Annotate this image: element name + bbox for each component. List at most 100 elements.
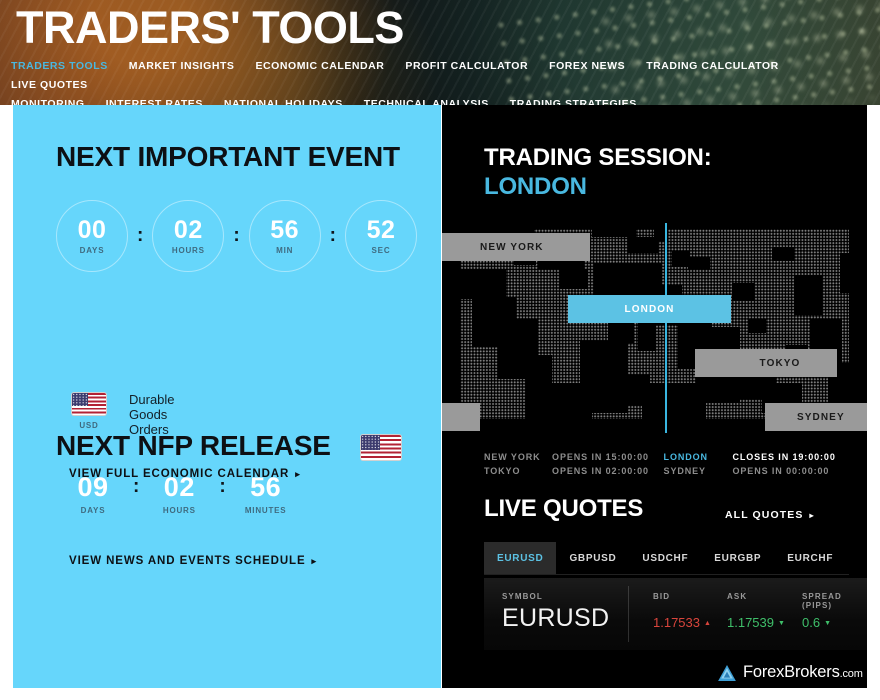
nfp-value: 09 — [77, 472, 109, 502]
map-ocean-region — [772, 247, 794, 261]
nfp-unit-minutes: 56 MINUTES — [238, 473, 294, 515]
session-status: CLOSES IN 19:00:00 — [732, 452, 836, 462]
nav-item-traders-tools[interactable]: TRADERS TOOLS — [11, 60, 108, 72]
chevron-right-icon: ▸ — [809, 511, 815, 520]
spread-direction-icon: ▼ — [824, 620, 832, 627]
page-title: TRADERS' TOOLS — [16, 2, 404, 53]
events-panel: NEXT IMPORTANT EVENT 00 DAYS: 02 HOURS: 56 MI… — [13, 105, 441, 688]
session-status: OPENS IN 15:00:00 — [552, 452, 649, 462]
countdown-label: DAYS — [79, 246, 105, 255]
map-session-label: LONDON — [624, 303, 675, 315]
map-ocean-region — [580, 341, 628, 413]
logo-wordmark: ForexBrokers.com — [743, 663, 863, 682]
nav-row-primary: TRADERS TOOLS MARKET INSIGHTS ECONOMIC CAL… — [11, 60, 831, 98]
main-navigation: TRADERS TOOLS MARKET INSIGHTS ECONOMIC CAL… — [11, 60, 831, 105]
page-root: TRADERS' TOOLS TRADERS TOOLS MARKET INSIG… — [0, 0, 880, 700]
nfp-value: 56 — [250, 472, 282, 502]
event-flag-block: USD — [71, 392, 107, 430]
session-city-sydney: SYDNEY — [663, 466, 706, 476]
forexbrokers-logo-icon — [718, 664, 736, 681]
map-session-bar-tokyo[interactable]: TOKYO — [695, 349, 837, 377]
countdown-value: 00 — [77, 216, 107, 244]
nav-item-interest-rates[interactable]: INTEREST RATES — [106, 98, 203, 105]
nav-row-secondary: MONITORING INTEREST RATES NATIONAL HOLIDAY… — [11, 98, 831, 105]
tab-eurusd[interactable]: EURUSD — [484, 542, 557, 574]
nav-item-trading-strategies[interactable]: TRADING STRATEGIES — [510, 98, 637, 105]
map-ocean-region — [628, 375, 650, 405]
event-countdown-timer: 00 DAYS: 02 HOURS: 56 MIN: 52 SEC — [56, 200, 417, 272]
countdown-unit-hours: 02 HOURS — [152, 200, 225, 272]
nfp-separator: : — [219, 476, 226, 497]
session-table-row: TOKYO OPENS IN 02:00:00 SYDNEY OPENS IN 00:… — [484, 464, 844, 478]
map-ocean-region — [840, 253, 850, 293]
nfp-flag-block — [360, 434, 402, 461]
map-session-label: TOKYO — [759, 357, 801, 369]
tab-eurchf[interactable]: EURCHF — [774, 542, 846, 574]
session-city-london: LONDON — [663, 452, 708, 462]
nav-item-live-quotes[interactable]: LIVE QUOTES — [11, 79, 88, 91]
session-city-tokyo: TOKYO — [484, 466, 521, 476]
tab-gbpusd[interactable]: GBPUSD — [556, 542, 629, 574]
map-ocean-region — [442, 269, 506, 299]
map-session-bar-new-york[interactable]: NEW YORK — [442, 233, 590, 261]
spread-column-header: SPREAD (PIPS) — [802, 592, 842, 610]
nav-item-technical-analysis[interactable]: TECHNICAL ANALYSIS — [364, 98, 489, 105]
view-news-schedule-link[interactable]: VIEW NEWS AND EVENTS SCHEDULE ▸ — [69, 555, 317, 567]
session-times-table: NEW YORK OPENS IN 15:00:00 LONDON CLOSES IN… — [484, 450, 844, 478]
countdown-value: 52 — [366, 216, 396, 244]
quote-divider — [628, 586, 629, 642]
map-ocean-region — [642, 383, 706, 419]
nav-item-profit-calculator[interactable]: PROFIT CALCULATOR — [405, 60, 528, 72]
nav-item-forex-news[interactable]: FOREX NEWS — [549, 60, 625, 72]
session-status: OPENS IN 02:00:00 — [552, 466, 649, 476]
nav-item-national-holidays[interactable]: NATIONAL HOLIDAYS — [224, 98, 343, 105]
nav-item-market-insights[interactable]: MARKET INSIGHTS — [129, 60, 235, 72]
bid-value: 1.17533 — [653, 615, 700, 630]
nfp-label: HOURS — [162, 506, 196, 515]
logo-domain: .com — [839, 668, 863, 680]
nav-item-trading-calculator[interactable]: TRADING CALCULATOR — [646, 60, 779, 72]
map-ocean-region — [794, 275, 822, 315]
map-session-label: NEW YORK — [480, 241, 544, 253]
bid-column-header: BID — [653, 592, 671, 601]
countdown-value: 56 — [270, 216, 300, 244]
nfp-separator: : — [133, 476, 140, 497]
countdown-separator: : — [137, 225, 144, 246]
nav-item-monitoring[interactable]: MONITORING — [11, 98, 85, 105]
bid-direction-icon: ▲ — [704, 620, 711, 627]
chevron-right-icon: ▸ — [295, 469, 301, 479]
spread-value: 0.6 — [802, 615, 821, 630]
tab-eurgbp[interactable]: EURGBP — [701, 542, 774, 574]
map-ocean-region — [592, 223, 636, 237]
all-quotes-link[interactable]: ALL QUOTES ▸ — [725, 509, 815, 521]
forexbrokers-logo[interactable]: ForexBrokers.com — [718, 663, 863, 682]
countdown-label: HOURS — [171, 246, 205, 255]
news-link-label: VIEW NEWS AND EVENTS SCHEDULE — [69, 555, 306, 567]
ask-column-header: ASK — [727, 592, 748, 601]
spread-value-cell: 0.6 ▼ — [802, 615, 831, 630]
event-row: USD Durable Goods Orders — [71, 392, 175, 437]
currency-pair-tabs: EURUSD GBPUSD USDCHF EURGBP EURCHF — [484, 542, 849, 575]
logo-name: ForexBrokers — [743, 663, 840, 681]
tab-usdchf[interactable]: USDCHF — [629, 542, 701, 574]
quote-symbol-value: EURUSD — [502, 604, 610, 632]
current-time-line — [665, 223, 667, 433]
trading-session-heading: TRADING SESSION: LONDON — [484, 143, 712, 201]
map-ocean-region — [526, 355, 552, 419]
countdown-separator: : — [329, 225, 336, 246]
ask-value-cell: 1.17539 ▼ — [727, 615, 785, 630]
countdown-value: 02 — [173, 216, 203, 244]
nfp-countdown-timer: 09 DAYS: 02 HOURS: 56 MINUTES — [65, 473, 294, 515]
map-session-bar-london[interactable]: LONDON — [568, 295, 731, 323]
us-flag-icon — [360, 434, 402, 461]
map-session-bar-sydney[interactable]: SYDNEY — [765, 403, 867, 431]
next-event-heading: NEXT IMPORTANT EVENT — [56, 141, 400, 172]
session-quotes-panel: TRADING SESSION: LONDON NEW YORK LONDON … — [442, 105, 867, 688]
map-ocean-region — [849, 223, 867, 433]
nav-item-economic-calendar[interactable]: ECONOMIC CALENDAR — [255, 60, 384, 72]
map-session-bar-sydney-wrap[interactable] — [442, 403, 480, 431]
session-status: OPENS IN 00:00:00 — [732, 466, 830, 476]
site-header: TRADERS' TOOLS TRADERS TOOLS MARKET INSIG… — [0, 0, 880, 105]
session-table-row: NEW YORK OPENS IN 15:00:00 LONDON CLOSES IN… — [484, 450, 844, 464]
map-ocean-region — [688, 257, 710, 269]
